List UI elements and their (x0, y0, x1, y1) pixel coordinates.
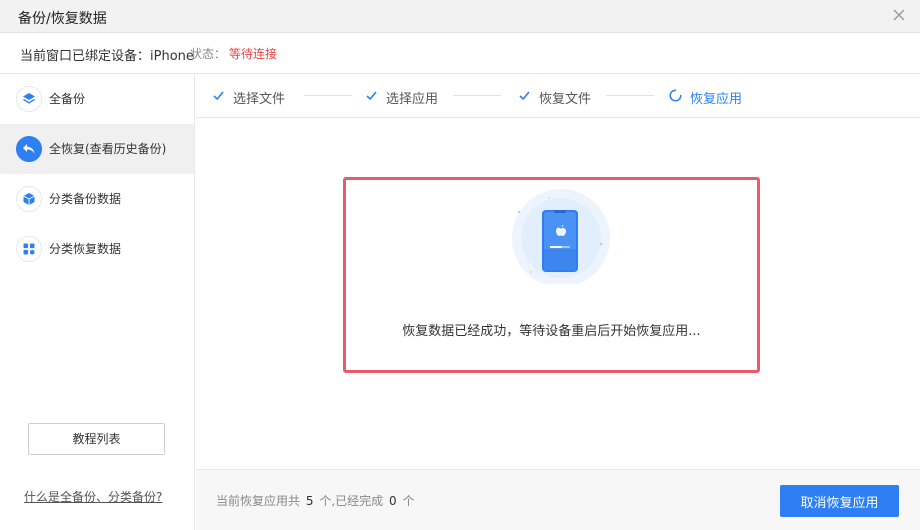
bound-device-label: 当前窗口已绑定设备： (20, 49, 151, 64)
sidebar-item-label: 分类备份数据 (49, 192, 122, 206)
progress-prefix: 当前恢复应用共 (216, 494, 301, 508)
title-bar: 备份/恢复数据 (0, 0, 920, 33)
undo-arrow-icon (16, 136, 42, 162)
help-link[interactable]: 什么是全备份、分类备份? (24, 488, 162, 505)
tutorial-list-button[interactable]: 教程列表 (28, 423, 165, 455)
bound-device-text: 当前窗口已绑定设备：iPhone (20, 45, 194, 64)
layers-icon (16, 86, 42, 112)
sidebar-item-category-restore[interactable]: 分类恢复数据 (0, 224, 194, 274)
grid-icon (16, 236, 42, 262)
cube-icon (16, 186, 42, 212)
close-icon[interactable] (890, 6, 908, 24)
step-progress-bar: 选择文件 选择应用 恢复文件 恢复应用 (196, 74, 920, 118)
sidebar-item-full-backup[interactable]: 全备份 (0, 74, 194, 124)
sidebar-item-label: 全备份 (49, 92, 86, 106)
device-info-bar: 当前窗口已绑定设备：iPhone 状态： 等待连接 (0, 33, 920, 74)
check-icon (213, 91, 224, 101)
step-connector (304, 95, 352, 96)
phone-restore-illustration (512, 189, 610, 284)
step-connector (453, 95, 501, 96)
status-label: 状态： (190, 47, 227, 61)
check-icon (366, 91, 377, 101)
restore-status-message: 恢复数据已经成功，等待设备重启后开始恢复应用... (402, 324, 701, 339)
sidebar: 全备份 全恢复(查看历史备份) 分类备份数据 分类恢复数据 教程列表 什么是全备… (0, 74, 195, 530)
done-count: 0 (388, 494, 397, 508)
status-value: 等待连接 (229, 47, 278, 61)
sidebar-item-category-backup[interactable]: 分类备份数据 (0, 174, 194, 224)
check-icon (519, 91, 530, 101)
step-label: 恢复文件 (539, 92, 592, 107)
sidebar-item-label: 分类恢复数据 (49, 242, 122, 256)
total-count: 5 (305, 494, 314, 508)
footer-bar: 当前恢复应用共 5 个,已经完成 0 个 取消恢复应用 (196, 469, 920, 530)
step-label: 选择应用 (386, 92, 439, 107)
loading-spinner-icon (669, 89, 682, 102)
step-label: 恢复应用 (690, 92, 743, 107)
restore-status-card: 恢复数据已经成功，等待设备重启后开始恢复应用... (343, 177, 760, 373)
step-label: 选择文件 (233, 92, 286, 107)
window-title: 备份/恢复数据 (18, 11, 107, 27)
step-connector (606, 95, 654, 96)
device-name: iPhone (150, 49, 194, 64)
progress-suffix: 个 (402, 494, 415, 508)
cancel-restore-button[interactable]: 取消恢复应用 (780, 485, 899, 517)
restore-progress-text: 当前恢复应用共 5 个,已经完成 0 个 (216, 492, 414, 509)
sidebar-item-label: 全恢复(查看历史备份) (49, 142, 167, 156)
progress-middle: 个,已经完成 (319, 494, 384, 508)
sidebar-item-full-restore[interactable]: 全恢复(查看历史备份) (0, 124, 194, 174)
